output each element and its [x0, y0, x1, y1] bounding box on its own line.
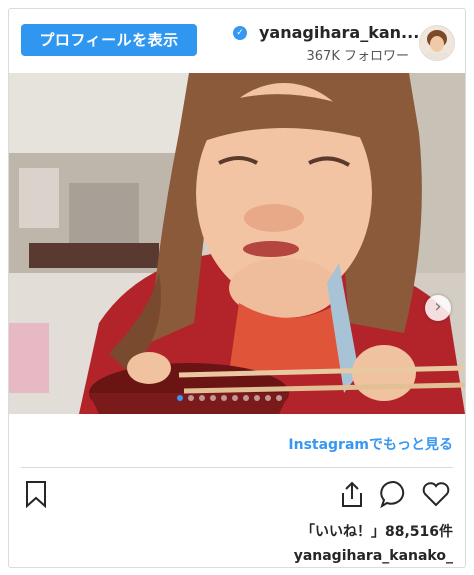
carousel-dot	[276, 395, 282, 401]
post-photo[interactable]: ›	[9, 73, 465, 414]
divider	[21, 467, 453, 468]
carousel-dot	[210, 395, 216, 401]
account-handle[interactable]: yanagihara_kanako_	[229, 548, 453, 564]
avatar[interactable]	[419, 25, 455, 61]
instagram-embed-card: プロフィールを表示 ✓ yanagihara_kan... 367K フォロワー	[8, 8, 466, 568]
carousel-dot	[243, 395, 249, 401]
heart-icon[interactable]	[421, 479, 451, 509]
carousel-dot	[199, 395, 205, 401]
like-count[interactable]: 「いいね！」88,516件	[229, 521, 453, 541]
carousel-dot	[254, 395, 260, 401]
view-profile-button[interactable]: プロフィールを表示	[21, 24, 197, 56]
carousel-dot	[232, 395, 238, 401]
post-header: プロフィールを表示 ✓ yanagihara_kan... 367K フォロワー	[9, 9, 465, 73]
follower-count: 367K フォロワー	[306, 49, 409, 64]
verified-badge-icon: ✓	[233, 26, 247, 40]
carousel-dot	[188, 395, 194, 401]
share-icon[interactable]	[337, 479, 367, 509]
carousel-dot	[177, 395, 183, 401]
view-more-on-instagram-link[interactable]: Instagramでもっと見る	[269, 434, 453, 454]
bookmark-icon[interactable]	[21, 479, 51, 509]
chevron-right-icon[interactable]: ›	[425, 295, 451, 321]
username[interactable]: yanagihara_kan...	[259, 23, 419, 42]
carousel-dot	[265, 395, 271, 401]
comment-icon[interactable]	[379, 479, 409, 509]
carousel-dot	[221, 395, 227, 401]
